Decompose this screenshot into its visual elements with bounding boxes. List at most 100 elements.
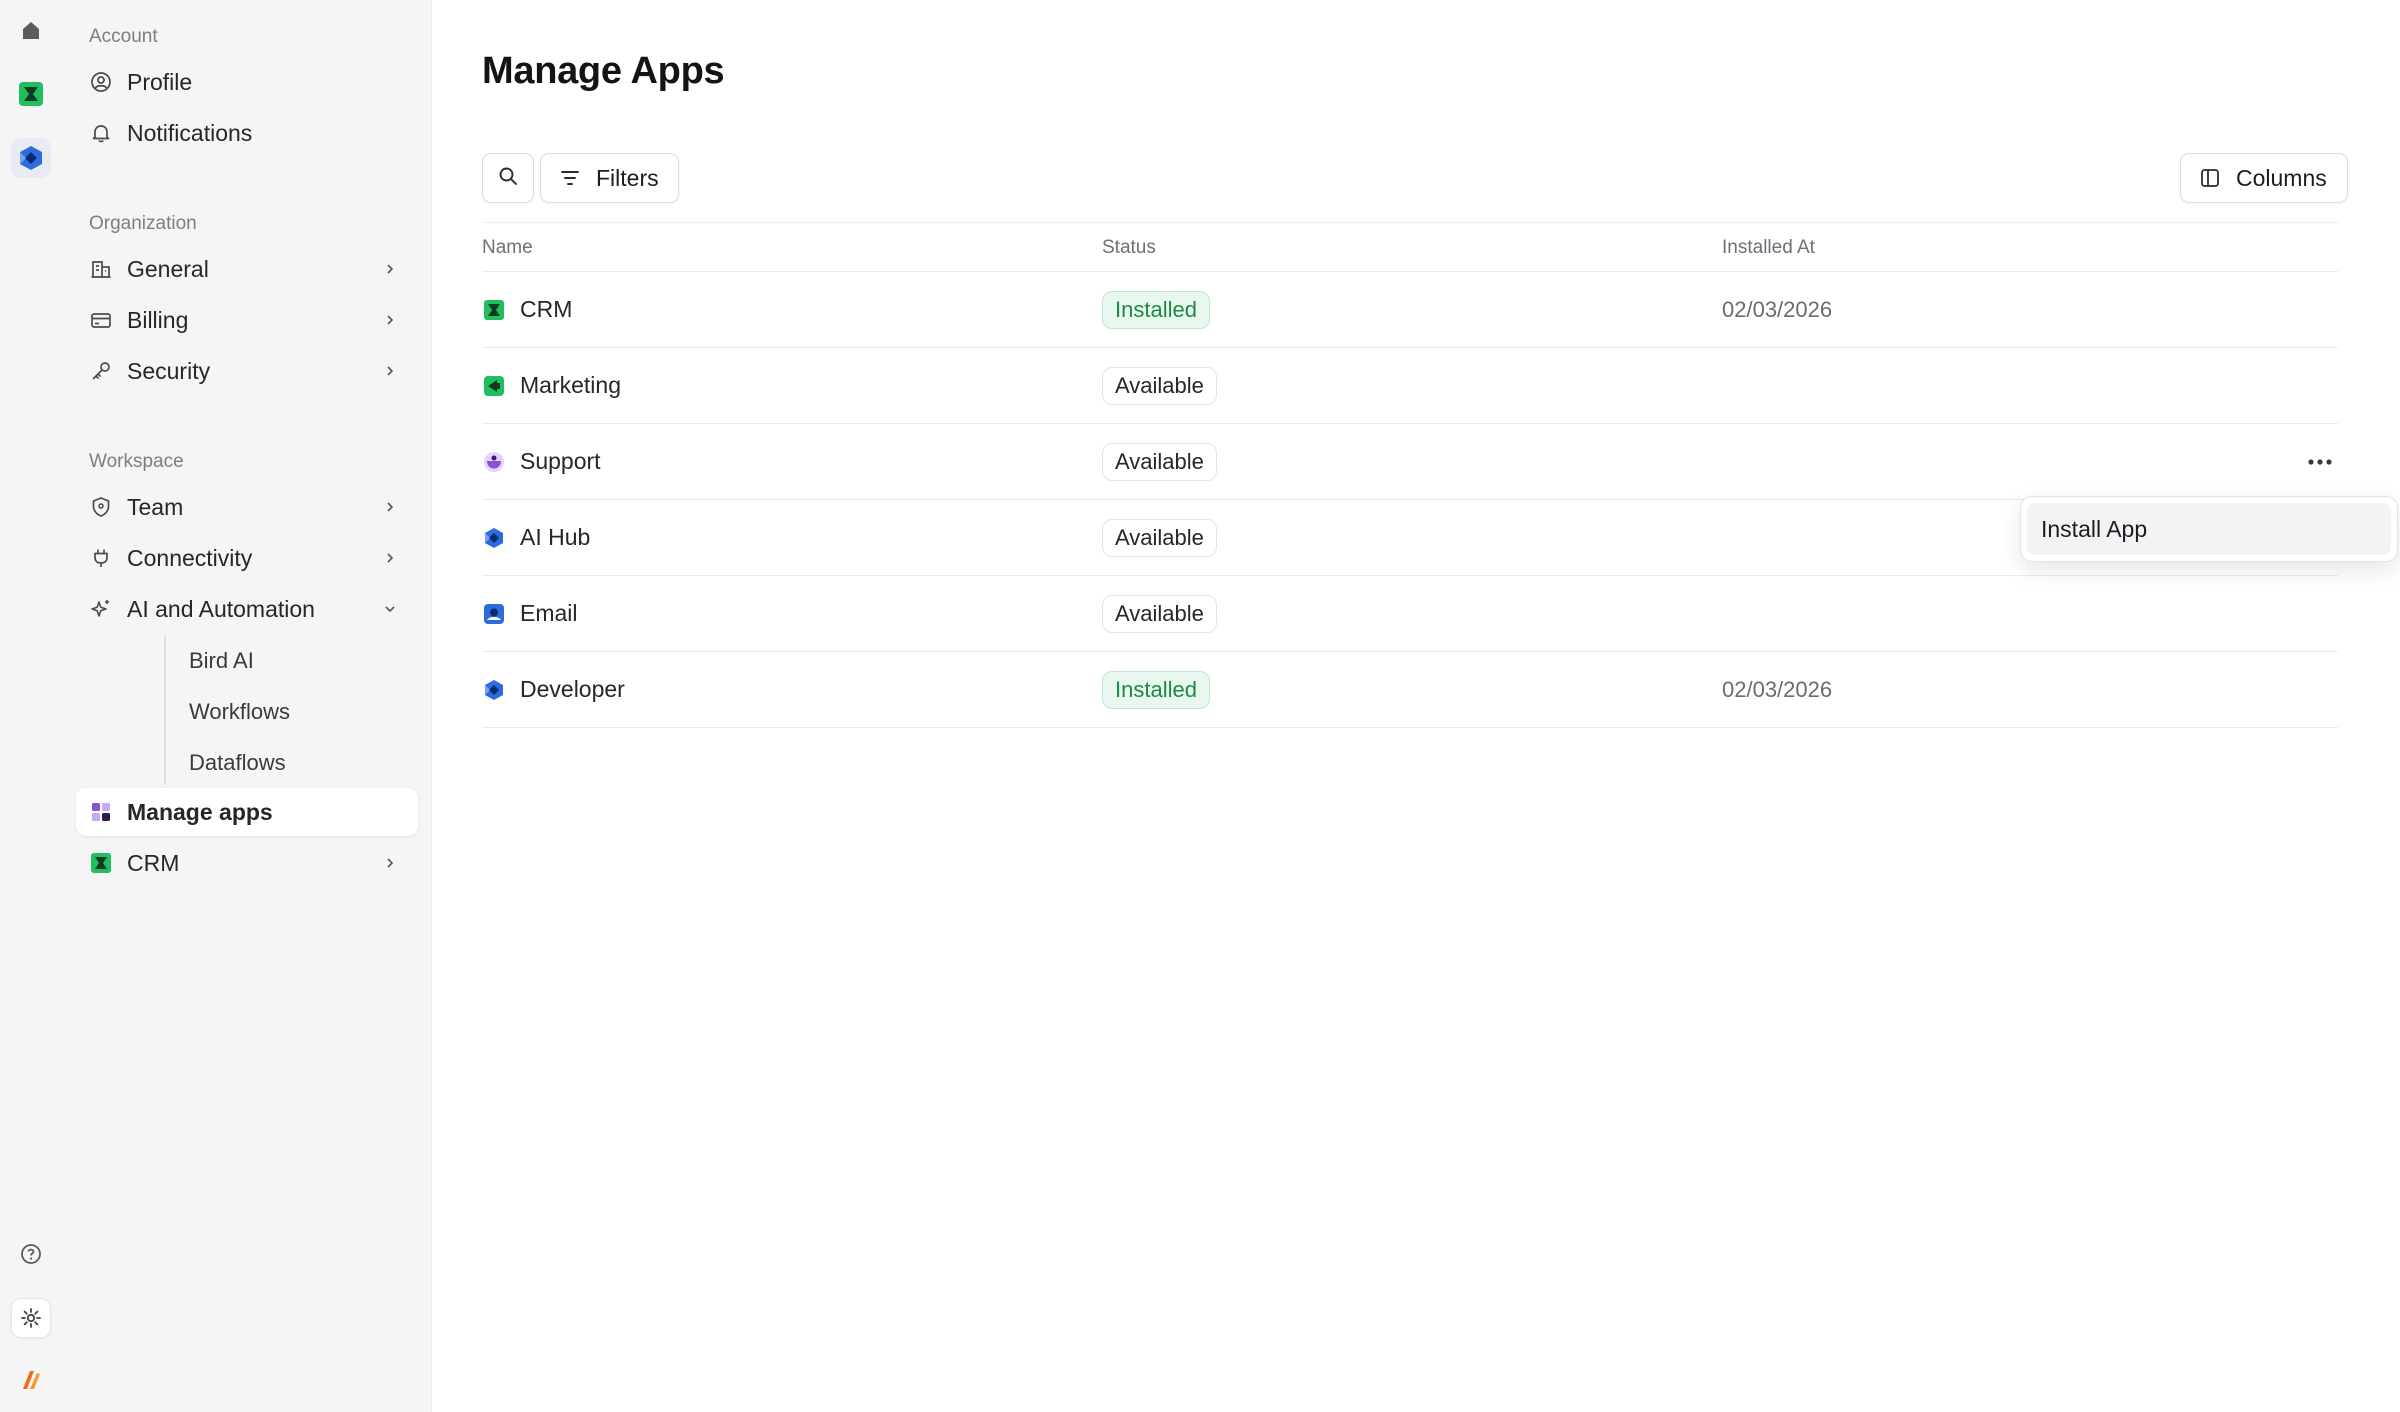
app-name-cell: AI Hub [482,500,590,575]
settings-sidebar: Account Profile Notifications Organizati… [62,0,432,1412]
key-icon [89,359,113,383]
sidebar-item-crm[interactable]: CRM [76,839,418,887]
chevron-right-icon [380,497,400,517]
table-row[interactable]: Marketing Available [482,348,2338,424]
main-content: Manage Apps Filters Columns Name Status … [432,0,2400,1412]
status-badge: Available [1102,443,1217,481]
support-app-icon [482,450,506,474]
table-row[interactable]: Email Available [482,576,2338,652]
chevron-right-icon [380,548,400,568]
ai-hub-app-icon [482,526,506,550]
crm-app-icon [482,298,506,322]
columns-icon [2198,166,2222,190]
help-icon[interactable] [11,1234,51,1274]
filter-lines-icon [558,166,582,190]
status-badge: Installed [1102,671,1210,709]
row-actions-menu: Install App [2020,496,2398,562]
chevron-right-icon [380,259,400,279]
crm-app-icon [89,851,113,875]
installed-at: 02/03/2026 [1722,296,1833,322]
settings-gear-icon[interactable] [11,1298,51,1338]
column-header-installed-at[interactable]: Installed At [1722,237,1815,259]
installed-at: 02/03/2026 [1722,676,1833,702]
sidebar-item-label: AI and Automation [127,595,315,622]
developer-app-icon [482,678,506,702]
sidebar-item-label: Billing [127,306,189,333]
sidebar-item-notifications[interactable]: Notifications [76,109,418,157]
credit-card-icon [89,308,113,332]
filters-button[interactable]: Filters [540,153,679,203]
sidebar-item-connectivity[interactable]: Connectivity [76,534,418,582]
bird-logo-icon[interactable] [11,1360,51,1400]
search-icon [497,165,519,192]
email-app-icon [482,602,506,626]
status-badge: Available [1102,519,1217,557]
app-name-cell: Support [482,424,601,499]
user-circle-icon [89,70,113,94]
sidebar-subitem-bird-ai[interactable]: Bird AI [189,648,254,674]
chevron-down-icon [380,599,400,619]
sidebar-subitem-dataflows[interactable]: Dataflows [189,750,286,776]
crm-rail-icon[interactable] [11,74,51,114]
section-label-account: Account [89,26,158,47]
sidebar-item-general[interactable]: General [76,245,418,293]
sidebar-item-label: Notifications [127,119,253,146]
marketing-app-icon [482,374,506,398]
sidebar-item-label: CRM [127,849,180,876]
app-name-cell: CRM [482,272,572,347]
status-badge: Installed [1102,291,1210,329]
table-row[interactable]: Developer Installed 02/03/2026 [482,652,2338,728]
sidebar-item-label: Profile [127,68,193,95]
app-name-cell: Developer [482,652,625,727]
section-label-organization: Organization [89,213,197,234]
table-header: Name Status Installed At [482,222,2338,272]
sidebar-item-billing[interactable]: Billing [76,296,418,344]
developer-rail-icon[interactable] [11,138,51,178]
sidebar-item-label: Team [127,493,184,520]
sidebar-item-label: Connectivity [127,544,253,571]
plug-icon [89,546,113,570]
chevron-right-icon [380,853,400,873]
table-row[interactable]: CRM Installed 02/03/2026 [482,272,2338,348]
bell-icon [89,121,113,145]
sidebar-item-team[interactable]: Team [76,483,418,531]
sparkle-icon [89,597,113,621]
sidebar-item-profile[interactable]: Profile [76,58,418,106]
home-icon[interactable] [11,11,51,51]
shield-icon [89,495,113,519]
sidebar-item-label: General [127,255,209,282]
app-name: AI Hub [520,524,591,550]
sidebar-item-label: Security [127,357,211,384]
filters-label: Filters [596,164,659,191]
submenu-guide-line [164,635,166,785]
building-icon [89,257,113,281]
status-badge: Available [1102,367,1217,405]
column-header-name[interactable]: Name [482,237,533,259]
sidebar-subitem-workflows[interactable]: Workflows [189,699,290,725]
app-name: Developer [520,676,625,702]
sidebar-item-label: Manage apps [127,798,273,825]
column-header-status[interactable]: Status [1102,237,1156,259]
chevron-right-icon [380,361,400,381]
install-app-menu-item[interactable]: Install App [2027,503,2391,555]
sidebar-item-ai-automation[interactable]: AI and Automation [76,585,418,633]
sidebar-item-security[interactable]: Security [76,347,418,395]
app-name-cell: Email [482,576,578,651]
columns-button[interactable]: Columns [2180,153,2348,203]
app-name: Email [520,600,578,626]
app-rail [0,0,62,1412]
apps-table: Name Status Installed At CRM Installed 0… [482,222,2338,728]
table-row[interactable]: Support Available [482,424,2338,500]
section-label-workspace: Workspace [89,451,184,472]
app-name: Support [520,448,601,474]
sidebar-item-manage-apps[interactable]: Manage apps [76,788,418,836]
columns-label: Columns [2236,164,2327,191]
app-name: Marketing [520,372,621,398]
more-options-icon[interactable] [2302,444,2338,480]
chevron-right-icon [380,310,400,330]
search-button[interactable] [482,153,534,203]
app-name: CRM [520,296,573,322]
page-title: Manage Apps [482,50,725,92]
status-badge: Available [1102,595,1217,633]
app-name-cell: Marketing [482,348,621,423]
